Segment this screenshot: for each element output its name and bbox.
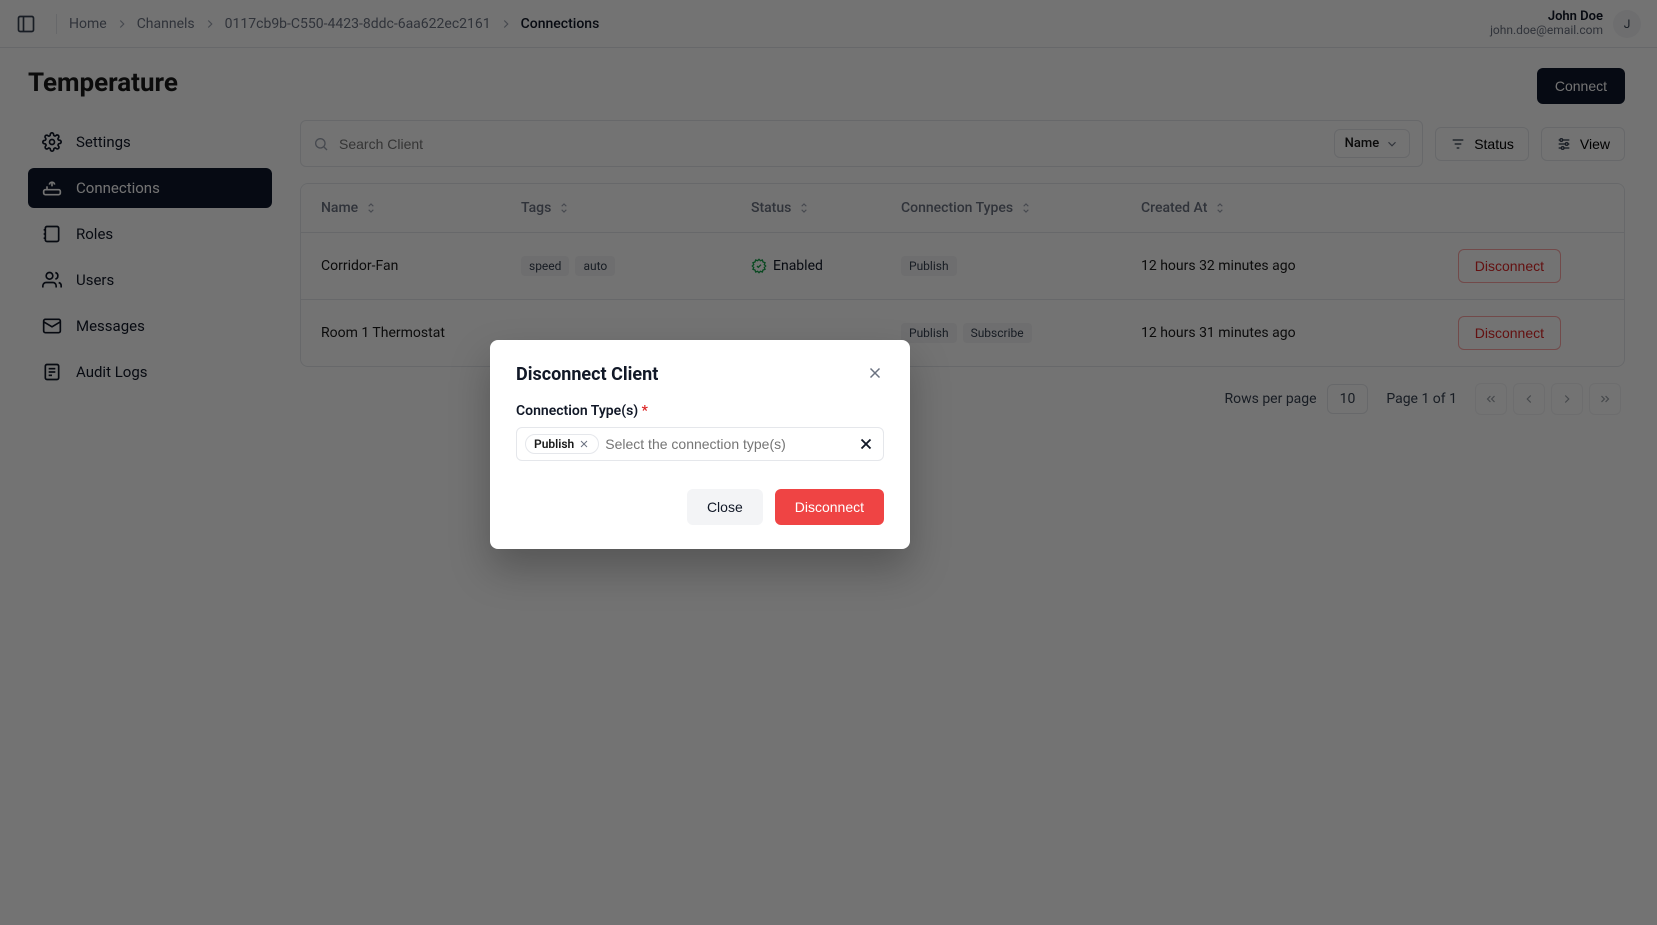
modal-disconnect-button[interactable]: Disconnect <box>775 489 884 525</box>
chip-remove-icon[interactable] <box>578 438 590 450</box>
disconnect-modal: Disconnect Client Connection Type(s) * P… <box>490 340 910 549</box>
connection-type-multiselect[interactable]: Publish <box>516 427 884 461</box>
selected-chip: Publish <box>525 434 599 454</box>
close-icon[interactable] <box>866 364 884 382</box>
clear-icon[interactable] <box>857 435 875 453</box>
modal-close-button[interactable]: Close <box>687 489 763 525</box>
modal-title: Disconnect Client <box>516 364 658 385</box>
field-label: Connection Type(s) * <box>516 403 884 419</box>
multiselect-input[interactable] <box>605 436 851 452</box>
